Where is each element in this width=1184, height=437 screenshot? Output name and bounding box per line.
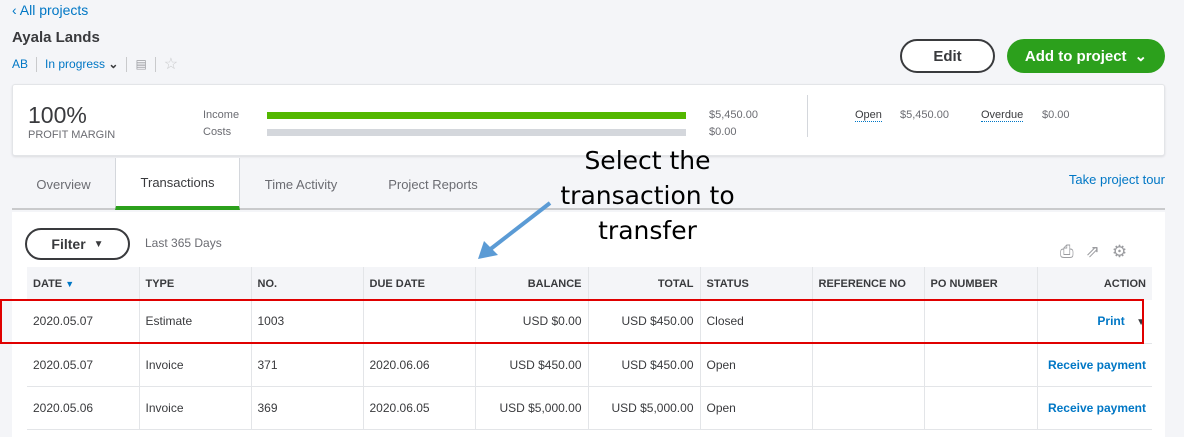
cell-balance: USD $5,000.00 [475,386,589,430]
export-icon[interactable]: ⇗ [1086,242,1100,262]
costs-value: $0.00 [709,126,737,138]
overdue-value: $0.00 [1042,109,1070,121]
divider [807,95,808,137]
cell-type: Invoice [139,343,252,387]
print-icon[interactable]: ⎙ [1060,242,1074,262]
edit-button[interactable]: Edit [900,39,995,73]
cell-status: Open [700,343,813,387]
table-tools: ⎙ ⇗ ⚙ [1060,242,1127,262]
costs-label: Costs [203,126,232,138]
gear-icon[interactable]: ⚙ [1112,242,1127,262]
income-label: Income [203,109,240,121]
col-no[interactable]: NO. [251,267,364,300]
tab-time-activity[interactable]: Time Activity [240,158,362,210]
cell-total: USD $5,000.00 [588,386,701,430]
caret-down-icon: ▼ [93,238,104,250]
tab-overview[interactable]: Overview [12,158,115,210]
col-status[interactable]: STATUS [700,267,813,300]
status-dropdown[interactable]: In progress ⌄ [45,57,118,71]
table-row[interactable]: 2020.05.06 Invoice 369 2020.06.05 USD $5,000… [27,386,1152,430]
add-to-project-button[interactable]: Add to project ⌄ [1007,39,1165,73]
cell-po [924,386,1038,430]
filter-button[interactable]: Filter ▼ [25,228,130,260]
cell-date: 2020.05.06 [27,386,140,430]
col-reference-no[interactable]: REFERENCE NO [812,267,925,300]
income-value: $5,450.00 [709,109,758,121]
cell-due-date: 2020.06.05 [363,386,476,430]
divider [154,56,156,72]
divider [126,56,128,72]
open-link[interactable]: Open [855,109,882,122]
chevron-left-icon: ‹ [12,2,20,18]
back-link[interactable]: ‹ All projects [12,2,88,18]
cell-po [924,343,1038,387]
page-title: Ayala Lands [12,29,100,46]
sort-desc-icon: ▼ [65,278,75,289]
note-icon[interactable]: ▤ [135,57,146,71]
col-type[interactable]: TYPE [139,267,252,300]
receive-payment-link[interactable]: Receive payment [1037,386,1152,430]
star-icon[interactable]: ☆ [164,54,178,74]
chevron-down-icon: ⌄ [1134,48,1148,65]
cell-type: Invoice [139,386,252,430]
col-total[interactable]: TOTAL [588,267,701,300]
col-date[interactable]: DATE ▼ [27,267,140,300]
cell-total: USD $450.00 [588,343,701,387]
chevron-down-icon: ⌄ [108,57,119,71]
project-meta: AB In progress ⌄ ▤ ☆ [12,54,178,74]
col-po-number[interactable]: PO NUMBER [924,267,1038,300]
receive-payment-link[interactable]: Receive payment [1037,343,1152,387]
cell-due-date: 2020.06.06 [363,343,476,387]
divider [36,56,38,72]
table-row[interactable]: 2020.05.07 Invoice 371 2020.06.06 USD $450.0… [27,343,1152,387]
overdue-link[interactable]: Overdue [981,109,1024,122]
cell-reference [812,343,925,387]
customer-initials[interactable]: AB [12,57,28,71]
cell-reference [812,386,925,430]
costs-bar [267,129,686,136]
annotation-text: Select the transaction to transfer [560,146,735,245]
open-value: $5,450.00 [900,109,949,121]
cell-no: 369 [251,386,364,430]
tab-transactions[interactable]: Transactions [115,158,240,210]
col-balance[interactable]: BALANCE [475,267,589,300]
take-project-tour-link[interactable]: Take project tour [1069,172,1165,187]
income-bar [267,112,686,119]
cell-no: 371 [251,343,364,387]
cell-date: 2020.05.07 [27,343,140,387]
transactions-table: DATE ▼ TYPE NO. DUE DATE BALANCE TOTAL S… [27,267,1152,430]
profit-margin-label: PROFIT MARGIN [28,129,116,141]
profit-margin-value: 100% [28,102,87,128]
col-due-date[interactable]: DUE DATE [363,267,476,300]
col-action: ACTION [1037,267,1152,300]
cell-status: Open [700,386,813,430]
annotation-arrow-icon [478,201,552,259]
filter-range: Last 365 Days [145,236,222,250]
highlight-box [0,299,1144,344]
cell-balance: USD $450.00 [475,343,589,387]
